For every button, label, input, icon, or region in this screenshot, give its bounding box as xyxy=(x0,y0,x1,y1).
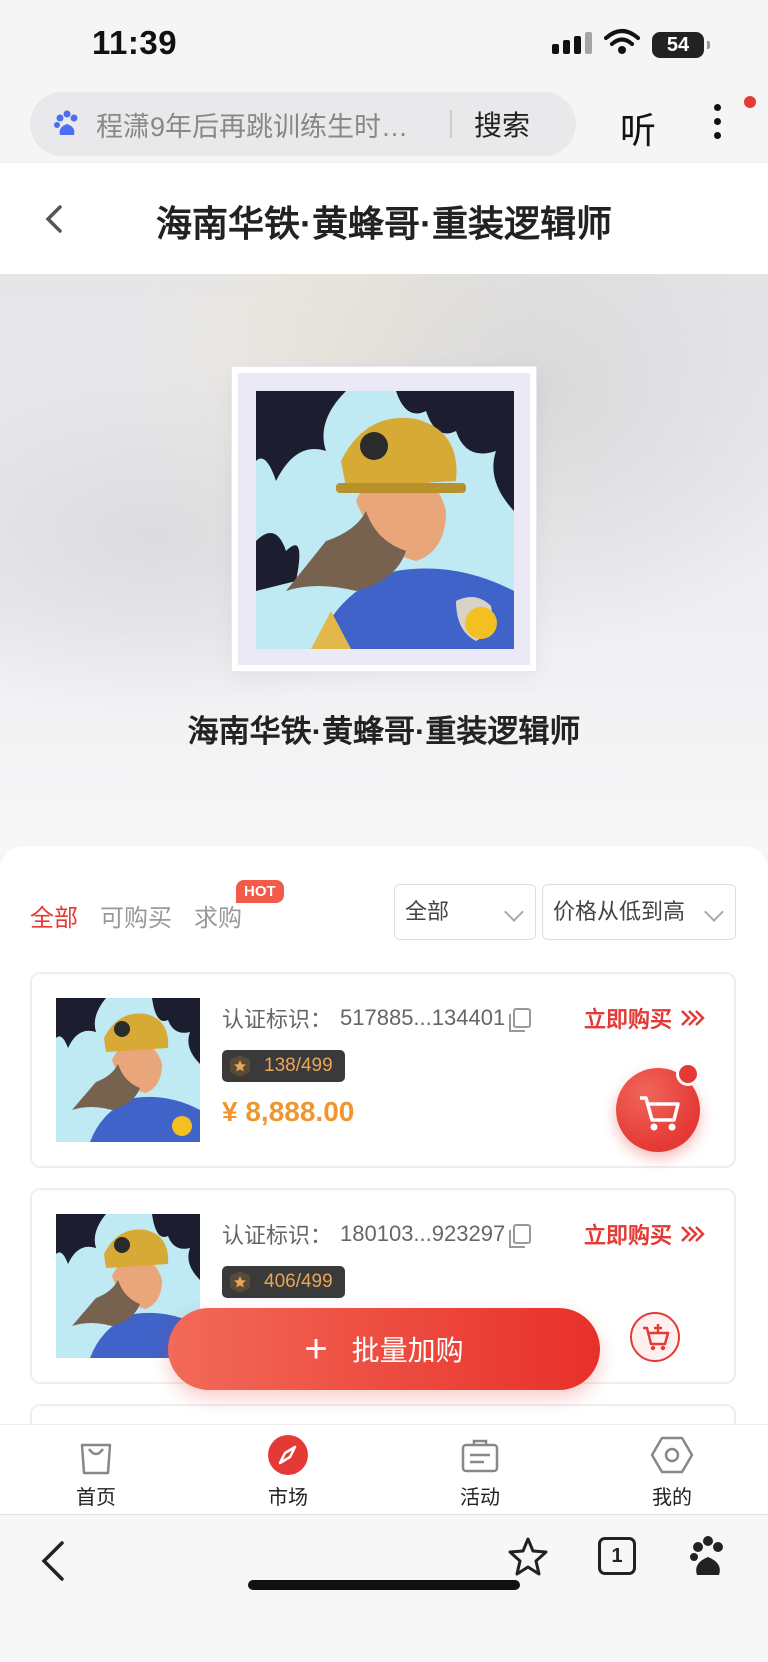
serial-number-badge: 138/499 xyxy=(222,1050,345,1082)
cellular-signal-icon xyxy=(552,32,592,54)
briefcase-icon xyxy=(461,1439,499,1473)
baidu-paw-icon[interactable] xyxy=(688,1535,728,1579)
tab-buyable[interactable]: 可购买 xyxy=(100,898,172,933)
notification-dot xyxy=(744,96,756,108)
category-select-value: 全部 xyxy=(405,899,450,924)
rank-badge-icon xyxy=(230,1055,250,1077)
battery-indicator: 54 xyxy=(652,32,710,58)
cert-label: 认证标识： xyxy=(222,1223,333,1248)
status-bar: 11:39 54 xyxy=(0,0,768,90)
certificate-id: 认证标识： 180103...923297 xyxy=(222,1218,532,1250)
chevrons-right-icon xyxy=(681,1010,705,1026)
cart-button[interactable] xyxy=(630,1312,680,1362)
collectible-artwork xyxy=(256,391,514,649)
browser-back-icon[interactable] xyxy=(38,1539,68,1583)
listen-button[interactable]: 听 xyxy=(620,102,656,154)
price: ¥ 8,888.00 xyxy=(222,1096,355,1127)
serial-number-badge: 406/499 xyxy=(222,1266,345,1298)
buy-now-label: 立即购买 xyxy=(583,1007,672,1032)
compass-icon xyxy=(268,1435,308,1475)
cert-value: 180103...923297 xyxy=(340,1221,506,1246)
buy-now-link[interactable]: 立即购买 xyxy=(584,1002,706,1034)
cert-value: 517885...134401 xyxy=(340,1005,506,1030)
clock: 11:39 xyxy=(92,24,178,61)
sort-select[interactable]: 价格从低到高 xyxy=(542,884,736,940)
hexagon-icon xyxy=(650,1436,694,1474)
collectible-name: 海南华铁·黄蜂哥·重装逻辑师 xyxy=(187,714,581,749)
search-query-text: 程潇9年后再跳训练生时… xyxy=(96,111,409,142)
tab-market[interactable]: 市场 xyxy=(238,1433,338,1510)
tabs-count-button[interactable]: 1 xyxy=(598,1537,636,1575)
tab-profile[interactable]: 我的 xyxy=(622,1433,722,1510)
tab-market-label: 市场 xyxy=(268,1487,308,1509)
buy-now-label: 立即购买 xyxy=(583,1223,672,1248)
cert-label: 认证标识： xyxy=(222,1007,333,1032)
tab-profile-label: 我的 xyxy=(652,1487,692,1509)
page-title: 海南华铁·黄蜂哥·重装逻辑师 xyxy=(156,203,612,244)
filter-tabs: 全部 可购买 求购 xyxy=(30,898,242,933)
chevron-down-icon xyxy=(704,902,724,922)
sort-select-value: 价格从低到高 xyxy=(553,899,686,924)
serial-number: 406/499 xyxy=(264,1271,333,1292)
rank-badge-icon xyxy=(230,1271,250,1293)
tab-activity[interactable]: 活动 xyxy=(430,1433,530,1510)
app-tab-bar: 首页 市场 活动 我的 xyxy=(0,1424,768,1514)
wifi-icon xyxy=(604,29,640,54)
tab-all[interactable]: 全部 xyxy=(30,898,78,933)
certificate-id: 认证标识： 517885...134401 xyxy=(222,1002,532,1034)
copy-icon[interactable] xyxy=(509,1008,532,1032)
cart-count-dot xyxy=(676,1062,700,1086)
copy-icon[interactable] xyxy=(509,1224,532,1248)
hero-section: 海南华铁·黄蜂哥·重装逻辑师 xyxy=(0,274,768,854)
cart-add-icon xyxy=(643,1324,670,1351)
search-button[interactable]: 搜索 xyxy=(474,104,530,144)
tab-wanted[interactable]: 求购 xyxy=(194,898,242,933)
search-input[interactable]: 程潇9年后再跳训练生时… 搜索 xyxy=(30,92,576,156)
serial-number: 138/499 xyxy=(264,1055,333,1076)
browser-search-bar: 程潇9年后再跳训练生时… 搜索 听 xyxy=(0,90,768,162)
chevrons-right-icon xyxy=(681,1226,705,1242)
tab-home[interactable]: 首页 xyxy=(46,1433,146,1510)
plus-icon: + xyxy=(304,1327,328,1371)
bag-icon xyxy=(80,1443,112,1475)
divider xyxy=(450,110,452,138)
bookmark-star-icon[interactable] xyxy=(506,1535,550,1579)
batch-add-button[interactable]: + 批量加购 xyxy=(168,1308,600,1390)
page-header: 海南华铁·黄蜂哥·重装逻辑师 xyxy=(0,162,768,274)
category-select[interactable]: 全部 xyxy=(394,884,536,940)
collectible-frame[interactable] xyxy=(231,366,537,672)
more-menu-icon[interactable] xyxy=(710,104,724,144)
listing-card[interactable] xyxy=(30,1404,736,1426)
home-indicator xyxy=(248,1580,520,1590)
buy-now-link[interactable]: 立即购买 xyxy=(584,1218,706,1250)
tab-home-label: 首页 xyxy=(76,1487,116,1509)
batch-add-label: 批量加购 xyxy=(351,1335,464,1366)
baidu-paw-icon xyxy=(54,110,78,135)
hot-badge: HOT xyxy=(236,880,284,903)
tab-activity-label: 活动 xyxy=(460,1487,500,1509)
listing-thumbnail xyxy=(56,998,200,1142)
chevron-down-icon xyxy=(504,902,524,922)
